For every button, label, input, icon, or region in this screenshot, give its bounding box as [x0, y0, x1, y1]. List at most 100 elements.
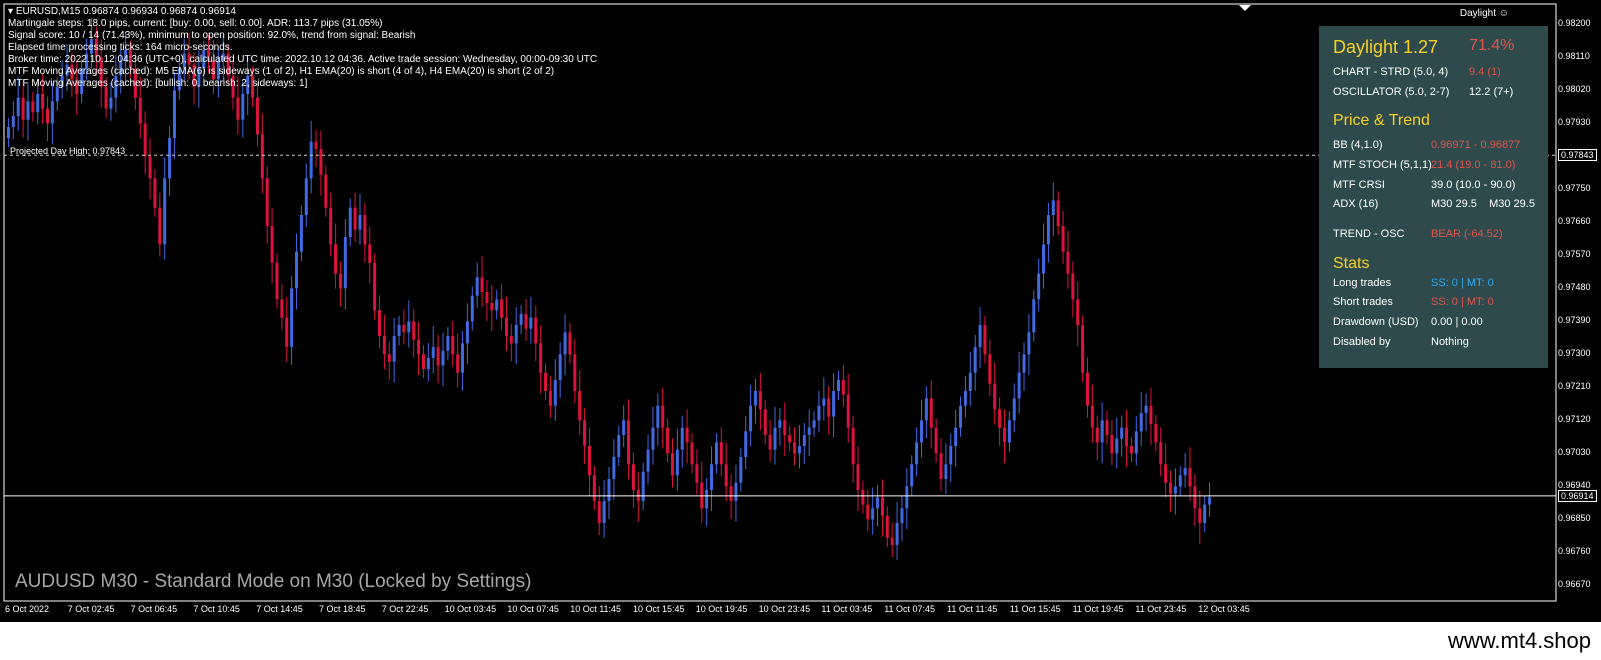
candle-body — [1012, 398, 1016, 421]
candle-body — [749, 405, 753, 432]
candle-body — [568, 332, 572, 355]
candle-body — [959, 405, 963, 428]
info-line: Signal score: 10 / 14 (71.43%), minimum … — [8, 30, 416, 41]
candle-body — [426, 358, 430, 369]
candle-body — [1115, 438, 1119, 454]
stats-title: Stats — [1333, 255, 1370, 272]
candle-body — [143, 123, 147, 157]
candle-body — [519, 314, 523, 325]
time-tick-label: 11 Oct 07:45 — [884, 604, 936, 614]
candle-body — [1134, 431, 1138, 454]
price-tick-label: 0.96940 — [1558, 480, 1591, 491]
candle-body — [309, 141, 313, 179]
candle-body — [172, 90, 176, 138]
candle-body — [675, 449, 679, 476]
candle-body — [846, 394, 850, 428]
price-tick-label: 0.97120 — [1558, 414, 1591, 425]
time-tick-label: 10 Oct 07:45 — [507, 604, 559, 614]
candle-body — [378, 310, 382, 336]
candle-body — [954, 427, 958, 446]
daylight-row-label: MTF STOCH (5,1,1) — [1333, 159, 1432, 171]
collapse-triangle-icon[interactable]: ▾ — [8, 6, 13, 17]
candle-body — [358, 215, 362, 230]
chart-window[interactable]: ▾ EURUSD,M15 0.96874 0.96934 0.96874 0.9… — [0, 0, 1601, 660]
candle-body — [524, 314, 528, 329]
site-url: www.mt4.shop — [1447, 628, 1591, 653]
candle-body — [285, 317, 289, 347]
candle-body — [441, 350, 445, 366]
smiley-icon: ☺ — [1498, 8, 1509, 19]
candle-body — [627, 420, 631, 465]
price-tick-label: 0.96850 — [1558, 513, 1591, 524]
daylight-row-value: SS: 0 | MT: 0 — [1431, 296, 1494, 308]
candle-body — [690, 442, 694, 465]
daylight-row-label: CHART - STRD (5.0, 4) — [1333, 66, 1449, 78]
candle-body — [539, 343, 543, 373]
candle-body — [856, 464, 860, 490]
candle-body — [548, 391, 552, 406]
candle-body — [919, 420, 923, 443]
candle-body — [1110, 435, 1114, 454]
price-tick-label: 0.97570 — [1558, 249, 1591, 260]
candle-body — [363, 215, 367, 245]
candle-body — [915, 442, 919, 465]
candle-body — [553, 380, 557, 406]
time-tick-label: 7 Oct 06:45 — [130, 604, 178, 614]
candle-body — [934, 427, 938, 454]
projected-day-high-label: Projected Day High: 0.97843 — [10, 146, 126, 156]
candle-body — [260, 134, 264, 179]
info-line: MTF Moving Averages (cached): M5 EMA(6) … — [8, 66, 555, 77]
candle-body — [563, 332, 567, 355]
candle-body — [758, 391, 762, 410]
candle-body — [631, 464, 635, 490]
symbol-ohlc: 0.96874 0.96934 0.96874 0.96914 — [83, 6, 236, 17]
candle-body — [500, 299, 504, 318]
candle-body — [973, 347, 977, 373]
candle-body — [270, 226, 274, 263]
candle-body — [431, 347, 435, 358]
candle-body — [807, 427, 811, 435]
candle-body — [343, 237, 347, 289]
candle-body — [412, 321, 416, 340]
candle-body — [26, 101, 30, 120]
candle-body — [46, 108, 50, 124]
price-tick-label: 0.97300 — [1558, 348, 1591, 359]
daylight-row-label: MTF CRSI — [1333, 179, 1385, 191]
chart-shift-marker-icon[interactable] — [1239, 5, 1251, 11]
candles-layer — [6, 18, 1212, 561]
candle-body — [910, 464, 914, 487]
daylight-row-value: 12.2 (7+) — [1469, 86, 1514, 98]
daylight-row-value: M30 29.5 M30 29.5 — [1431, 198, 1535, 210]
footer-bar: www.mt4.shop — [0, 622, 1601, 660]
candle-body — [661, 405, 665, 428]
candle-body — [578, 391, 582, 421]
candle-body — [778, 420, 782, 428]
candle-body — [21, 97, 25, 120]
price-tick-label: 0.98110 — [1558, 51, 1590, 62]
candle-body — [16, 97, 20, 116]
candle-body — [680, 427, 684, 450]
candle-body — [1164, 464, 1168, 483]
candle-body — [890, 537, 894, 545]
candle-body — [1095, 427, 1099, 443]
info-line: Martingale steps: 18.0 pips, current: [b… — [8, 18, 383, 29]
candle-body — [382, 336, 386, 355]
candle-body — [1203, 504, 1207, 523]
candle-body — [822, 398, 826, 406]
candle-body — [612, 457, 616, 479]
candle-body — [1178, 475, 1182, 487]
candle-body — [592, 475, 596, 501]
candle-body — [1037, 273, 1041, 300]
indicator-label[interactable]: Daylight ☺ — [1460, 8, 1509, 19]
price-tick-label: 0.97480 — [1558, 282, 1591, 293]
info-line: Broker time: 2022.10.12 04:36 (UTC+0), c… — [8, 54, 598, 65]
candle-body — [373, 262, 377, 311]
candle-body — [475, 277, 479, 296]
candle-body — [832, 391, 836, 417]
candle-body — [963, 391, 967, 406]
time-tick-label: 11 Oct 11:45 — [947, 604, 998, 614]
candle-body — [1173, 486, 1177, 494]
candle-body — [1129, 446, 1133, 454]
candle-body — [480, 277, 484, 292]
candle-body — [436, 347, 440, 366]
